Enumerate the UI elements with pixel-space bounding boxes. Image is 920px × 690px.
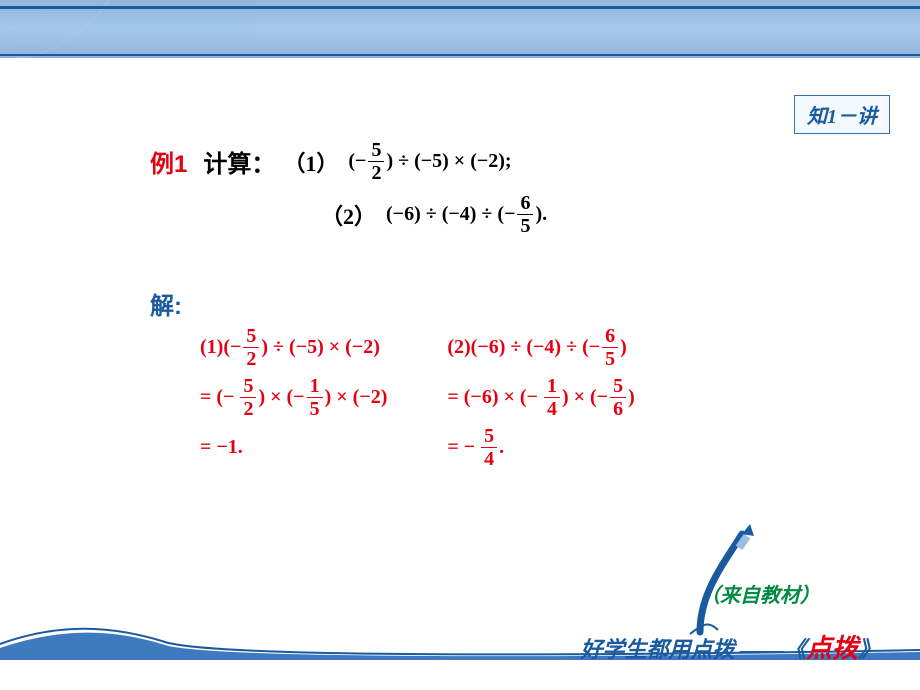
tagline-blue: 好学生都用点拨 ——《 xyxy=(580,637,806,662)
solution-label: 解: xyxy=(150,286,182,321)
example-label: 例1 xyxy=(150,144,187,179)
tagline: 好学生都用点拨 ——《点拨》 xyxy=(580,628,880,665)
topic-badge: 知1－讲 xyxy=(794,95,890,134)
problem-1-expr: (− 52 ) ÷ (−5) × (−2); xyxy=(348,140,511,183)
header-line xyxy=(0,6,920,9)
problem-row-1: 例1 计算： （1） (− 52 ) ÷ (−5) × (−2); xyxy=(150,140,840,183)
problem-2-expr: (−6) ÷ (−4) ÷ (− 65 ). xyxy=(386,193,547,236)
header-line xyxy=(0,54,920,56)
content-area: 例1 计算： （1） (− 52 ) ÷ (−5) × (−2); （2） (−… xyxy=(150,140,840,477)
solution-columns: (1)(− 52 ) ÷ (−5) × (−2) = (− 52 ) × (− … xyxy=(200,317,840,477)
item-1-label: （1） xyxy=(283,146,338,178)
problem-row-2: （2） (−6) ÷ (−4) ÷ (− 65 ). xyxy=(313,193,840,236)
tagline-red: 点拨 xyxy=(806,634,858,663)
pencil-icon xyxy=(670,522,760,642)
calc-label: 计算： xyxy=(203,144,275,179)
solution-1: (1)(− 52 ) ÷ (−5) × (−2) = (− 52 ) × (− … xyxy=(200,317,387,477)
solution-2: (2)(−6) ÷ (−4) ÷ (− 65 ) = (−6) × (− 14 … xyxy=(447,317,634,477)
tagline-close: 》 xyxy=(858,637,880,662)
item-2-label: （2） xyxy=(321,199,376,231)
